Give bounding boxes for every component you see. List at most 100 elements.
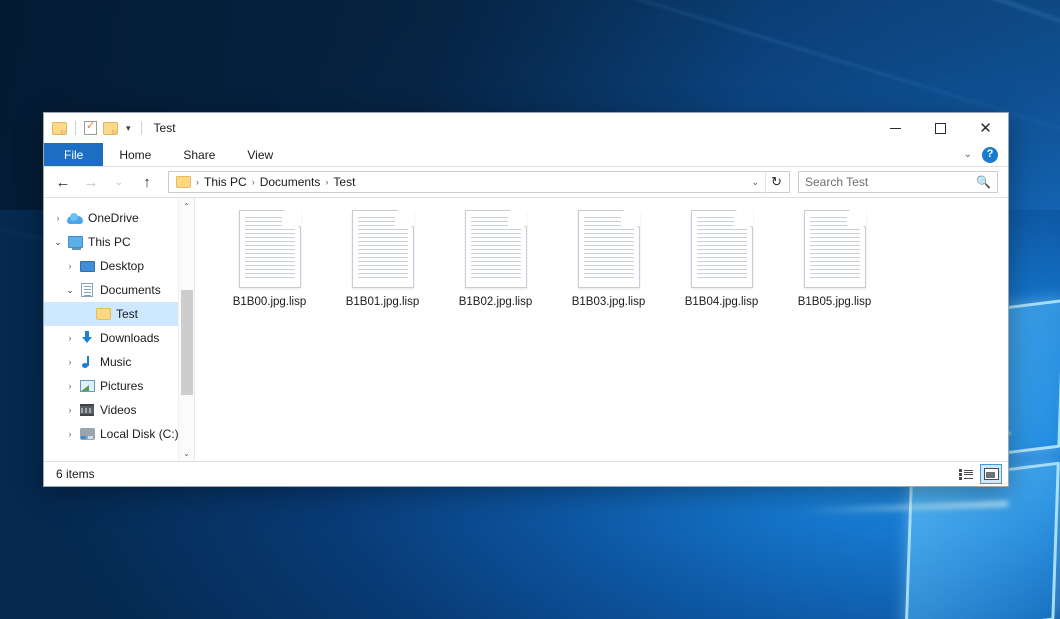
breadcrumb-folder-icon[interactable] [174, 176, 192, 188]
documents-icon [78, 283, 96, 297]
sidebar-scrollbar[interactable]: ⌃ ⌄ [178, 198, 194, 461]
chevron-down-icon[interactable]: ⌄ [964, 149, 972, 160]
details-view-button[interactable] [955, 464, 977, 484]
sidebar-item-music[interactable]: › Music [44, 350, 194, 374]
tab-file[interactable]: File [44, 143, 103, 166]
refresh-icon[interactable]: ↻ [765, 171, 787, 193]
chevron-right-icon[interactable]: › [62, 333, 78, 343]
file-name-label: B1B03.jpg.lisp [572, 295, 646, 309]
sidebar-item-documents[interactable]: ⌄ Documents [44, 278, 194, 302]
chevron-down-icon[interactable]: ⌄ [745, 177, 765, 188]
tab-share[interactable]: Share [167, 143, 231, 166]
sidebar-item-test[interactable]: Test [44, 302, 194, 326]
file-item[interactable]: B1B00.jpg.lisp [213, 206, 326, 318]
item-count-label: 6 items [56, 467, 95, 481]
file-explorer-window: ▾ Test ✕ File Home Share View ⌄ ? ← → [43, 112, 1009, 487]
sidebar-item-onedrive[interactable]: › OneDrive [44, 206, 194, 230]
divider [141, 121, 142, 135]
file-item[interactable]: B1B05.jpg.lisp [778, 206, 891, 318]
file-item[interactable]: B1B02.jpg.lisp [439, 206, 552, 318]
status-bar: 6 items [44, 461, 1008, 486]
sidebar-item-videos[interactable]: › Videos [44, 398, 194, 422]
file-list-pane[interactable]: B1B00.jpg.lisp B1B01.jpg.lisp [194, 198, 1008, 461]
file-name-label: B1B00.jpg.lisp [233, 295, 307, 309]
chevron-right-icon[interactable]: › [62, 429, 78, 439]
sidebar-item-label: Test [116, 307, 138, 321]
back-button[interactable]: ← [50, 170, 76, 194]
ribbon-tab-strip: File Home Share View ⌄ ? [44, 143, 1008, 167]
window-body: › OneDrive ⌄ This PC › Desktop ⌄ [44, 197, 1008, 461]
file-name-label: B1B02.jpg.lisp [459, 295, 533, 309]
minimize-button[interactable] [873, 113, 918, 143]
document-icon [578, 210, 640, 288]
document-icon [239, 210, 301, 288]
window-title: Test [154, 121, 176, 135]
search-box[interactable]: 🔍 [798, 171, 998, 193]
sidebar-item-this-pc[interactable]: ⌄ This PC [44, 230, 194, 254]
music-icon [78, 355, 96, 369]
videos-icon [78, 404, 96, 416]
chevron-right-icon[interactable]: › [62, 405, 78, 415]
this-pc-icon [66, 236, 84, 248]
sidebar-item-label: Videos [100, 403, 136, 417]
recent-locations-button[interactable]: ⌄ [106, 170, 132, 194]
new-folder-icon[interactable] [103, 122, 118, 135]
chevron-down-icon[interactable]: ▾ [124, 124, 133, 133]
sidebar-item-label: Desktop [100, 259, 144, 273]
document-icon [352, 210, 414, 288]
file-grid: B1B00.jpg.lisp B1B01.jpg.lisp [213, 206, 1008, 318]
help-icon[interactable]: ? [982, 147, 998, 163]
chevron-right-icon[interactable]: › [50, 213, 66, 223]
document-fold-mask [734, 211, 752, 226]
file-item[interactable]: B1B04.jpg.lisp [665, 206, 778, 318]
chevron-right-icon[interactable]: › [62, 261, 78, 271]
breadcrumb-item-test[interactable]: Test [328, 175, 360, 189]
scrollbar-thumb[interactable] [181, 290, 193, 395]
scroll-up-icon[interactable]: ⌃ [179, 198, 194, 214]
sidebar-item-label: Downloads [100, 331, 159, 345]
address-bar[interactable]: › This PC › Documents › Test ⌄ ↻ [168, 171, 790, 193]
breadcrumb-item-documents[interactable]: Documents [255, 175, 326, 189]
close-button[interactable]: ✕ [963, 113, 1008, 143]
file-item[interactable]: B1B01.jpg.lisp [326, 206, 439, 318]
sidebar-item-label: This PC [88, 235, 131, 249]
document-fold-mask [508, 211, 526, 226]
search-icon[interactable]: 🔍 [976, 175, 991, 189]
folder-icon [94, 308, 112, 320]
tab-view[interactable]: View [231, 143, 289, 166]
chevron-down-icon[interactable]: ⌄ [62, 285, 78, 296]
chevron-right-icon[interactable]: › [62, 381, 78, 391]
forward-button[interactable]: → [78, 170, 104, 194]
sidebar-item-desktop[interactable]: › Desktop [44, 254, 194, 278]
properties-icon[interactable] [84, 121, 97, 135]
chevron-right-icon[interactable]: › [62, 357, 78, 367]
document-lines [584, 217, 634, 281]
scroll-down-icon[interactable]: ⌄ [179, 445, 194, 461]
document-fold-mask [282, 211, 300, 226]
chevron-down-icon[interactable]: ⌄ [50, 237, 66, 248]
document-icon [691, 210, 753, 288]
breadcrumb: › This PC › Documents › Test [174, 175, 745, 189]
large-icons-view-button[interactable] [980, 464, 1002, 484]
tab-home[interactable]: Home [103, 143, 167, 166]
sidebar-item-local-disk-c[interactable]: › Local Disk (C:) [44, 422, 194, 446]
folder-icon[interactable] [52, 122, 67, 135]
search-input[interactable] [805, 175, 976, 189]
sidebar-item-label: Documents [100, 283, 161, 297]
ribbon-right-controls: ⌄ ? [964, 143, 1008, 166]
navigation-bar: ← → ⌄ ↑ › This PC › Documents › Test ⌄ ↻ [44, 167, 1008, 197]
up-button[interactable]: ↑ [134, 170, 160, 194]
document-fold-mask [847, 211, 865, 226]
document-fold-mask [395, 211, 413, 226]
document-icon [465, 210, 527, 288]
file-item[interactable]: B1B03.jpg.lisp [552, 206, 665, 318]
sidebar-item-downloads[interactable]: › Downloads [44, 326, 194, 350]
navigation-pane: › OneDrive ⌄ This PC › Desktop ⌄ [44, 198, 194, 461]
maximize-button[interactable] [918, 113, 963, 143]
document-lines [471, 217, 521, 281]
sidebar-item-pictures[interactable]: › Pictures [44, 374, 194, 398]
minimize-icon [890, 128, 901, 129]
breadcrumb-item-this-pc[interactable]: This PC [199, 175, 252, 189]
sidebar-item-label: OneDrive [88, 211, 139, 225]
details-view-icon [959, 469, 973, 480]
